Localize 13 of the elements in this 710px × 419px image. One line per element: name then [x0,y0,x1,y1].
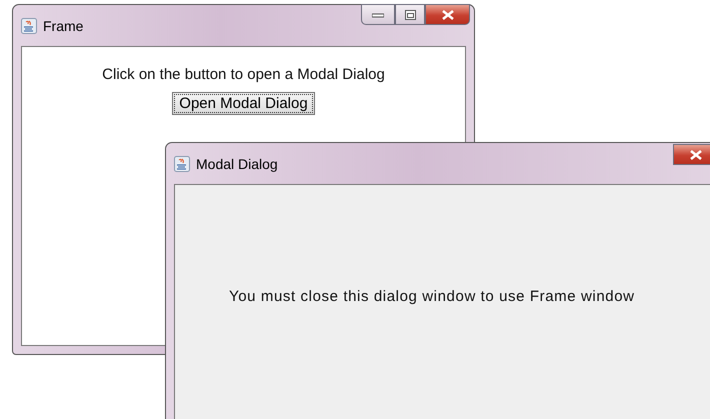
open-dialog-button[interactable]: Open Modal Dialog [172,92,315,115]
close-button[interactable] [425,4,470,25]
dialog-message: You must close this dialog window to use Frame window [229,288,635,305]
maximize-button[interactable] [395,4,425,25]
close-icon [442,10,454,20]
minimize-button[interactable] [361,4,395,25]
window-title: Modal Dialog [196,156,278,172]
instruction-label: Click on the button to open a Modal Dialog [102,66,385,83]
close-button[interactable] [673,144,710,165]
close-icon [690,150,702,160]
maximize-icon [404,10,416,20]
window-title: Frame [43,18,84,34]
minimize-icon [372,12,384,18]
